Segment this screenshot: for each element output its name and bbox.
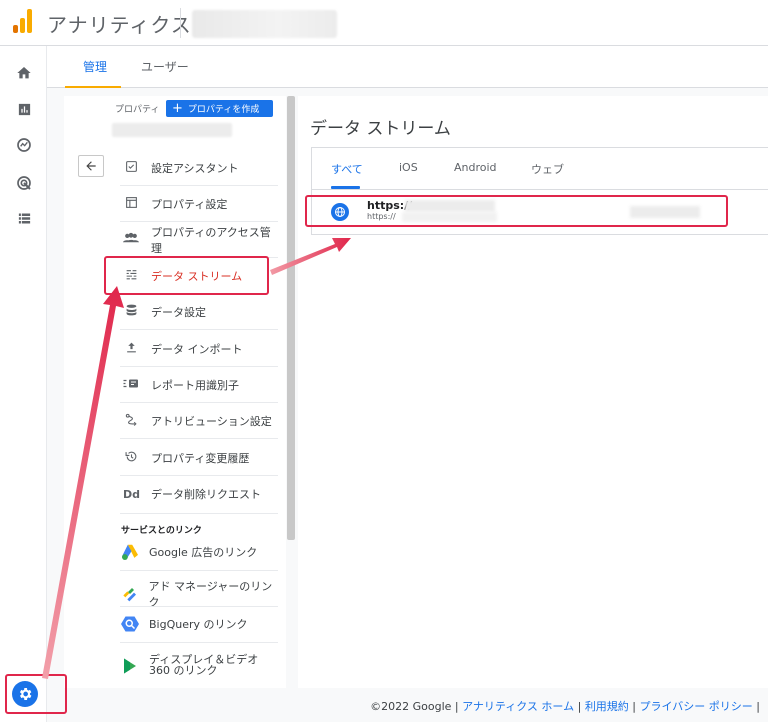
gear-highlight [5,674,67,714]
tab-android[interactable]: Android [454,161,497,174]
home-icon[interactable] [13,62,35,84]
menu-label: データ削除リクエスト [151,488,261,501]
menu-label: プロパティ設定 [151,197,228,211]
property-selector[interactable] [112,123,232,137]
data-streams-highlight [104,256,269,295]
divider [120,606,278,607]
tab-user[interactable]: ユーザー [141,58,189,75]
database-icon [123,303,139,320]
top-bar: アナリティクス [0,0,768,46]
footer-link-privacy[interactable]: プライバシー ポリシー [640,700,753,713]
links-section-title: サービスとのリンク [121,526,202,536]
link-display-video-360[interactable]: ディスプレイ＆ビデオ 360 のリンク [120,654,280,676]
stream-sub-url: https:// [367,212,396,221]
analytics-logo-icon[interactable] [13,9,35,33]
account-selector[interactable] [192,10,337,38]
menu-label: アトリビューション設定 [151,414,272,428]
divider [120,513,278,514]
menu-data-import[interactable]: データ インポート [120,331,278,367]
menu-property-access[interactable]: プロパティのアクセス管理 [120,222,278,258]
data-streams-title: データ ストリーム [310,119,451,139]
scrollbar[interactable] [287,96,295,540]
divider [120,570,278,571]
menu-property-change-history[interactable]: プロパティ変更履歴 [120,440,278,476]
menu-data-deletion[interactable]: Dd データ削除リクエスト [120,476,278,512]
menu-setup-assistant[interactable]: 設定アシスタント [120,150,278,186]
tab-admin[interactable]: 管理 [83,58,107,75]
redacted-text [405,200,495,212]
menu-label: データ インポート [151,342,243,356]
reports-icon[interactable] [13,98,35,120]
configure-icon[interactable] [13,207,35,229]
divider [180,8,181,38]
attribution-icon [123,413,139,429]
create-property-label: プロパティを作成 [187,105,260,115]
tabs-divider [311,189,768,190]
app-title: アナリティクス [47,13,192,37]
link-label: Google 広告のリンク [149,546,258,559]
footer: ©2022 Google | アナリティクス ホーム | 利用規約 | プライバ… [47,688,768,722]
menu-label: データ設定 [151,305,206,319]
footer-link-home[interactable]: アナリティクス ホーム [462,700,574,713]
menu-label: プロパティ変更履歴 [151,451,250,465]
menu-label: プロパティのアクセス管理 [151,225,271,255]
people-icon [123,232,139,247]
admin-tabs: 管理 ユーザー [47,46,768,88]
tab-ios[interactable]: iOS [399,161,418,174]
plus-icon: + [172,101,183,116]
link-bigquery[interactable]: BigQuery のリンク [120,614,280,634]
property-settings-icon [123,196,139,212]
property-label: プロパティ [115,105,160,115]
active-tab-indicator [331,186,360,189]
menu-reporting-identity[interactable]: レポート用識別子 [120,367,278,403]
create-property-button[interactable]: + プロパティを作成 [166,100,273,117]
bigquery-icon [120,614,140,634]
globe-icon [331,203,349,221]
tab-all[interactable]: すべて [331,161,363,177]
data-deletion-icon: Dd [123,487,141,501]
menu-attribution-settings[interactable]: アトリビューション設定 [120,403,278,439]
redacted-text [630,206,700,218]
link-google-ads[interactable]: Google 広告のリンク [120,542,280,562]
explore-icon[interactable] [13,134,35,156]
redacted-text [402,212,497,222]
history-icon [123,450,139,466]
display-video-icon [120,656,140,676]
back-arrow-icon[interactable] [78,155,104,177]
divider [120,642,278,643]
gear-icon[interactable] [12,681,38,707]
link-label: ディスプレイ＆ビデオ 360 のリンク [149,653,259,677]
menu-data-settings[interactable]: データ設定 [120,294,278,330]
checklist-icon [123,160,139,176]
tab-web[interactable]: ウェブ [531,161,564,177]
menu-label: 設定アシスタント [151,161,239,175]
menu-property-settings[interactable]: プロパティ設定 [120,186,278,222]
menu-label: レポート用識別子 [151,378,239,392]
identifier-icon [123,378,139,392]
footer-link-terms[interactable]: 利用規約 [585,700,629,713]
ad-manager-icon [120,584,140,604]
link-label: BigQuery のリンク [149,618,248,631]
nav-rail [0,46,47,722]
advertising-icon[interactable] [13,172,35,194]
footer-copyright: ©2022 Google [370,700,452,713]
upload-icon [123,341,139,357]
google-ads-icon [120,542,140,562]
